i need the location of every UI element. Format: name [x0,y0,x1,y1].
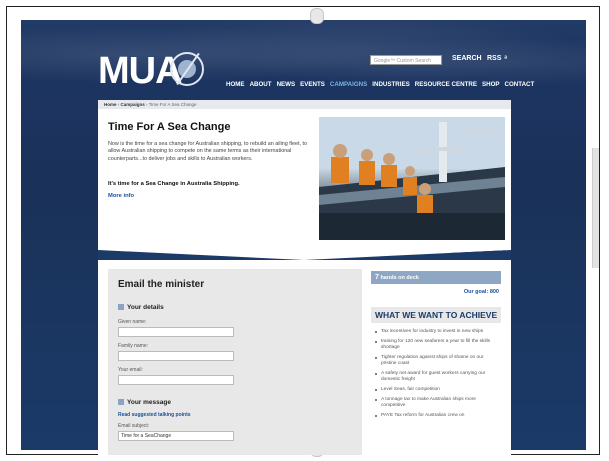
list-item: Tax incentives for industry to invest in… [375,329,495,335]
breadcrumb-campaigns[interactable]: Campaigns [121,102,145,107]
family-name-field[interactable] [118,351,234,361]
more-info-link[interactable]: More info [108,193,134,199]
form-title: Email the minister [118,279,205,290]
hero-photo [319,117,505,253]
goal-text: Our goal: 800 [463,289,499,295]
hero-chevron-divider [98,240,511,260]
hero-tagline: It's time for a Sea Change in Australia … [108,181,240,187]
search-input[interactable]: Google™ Custom Search [370,55,442,65]
given-name-field[interactable] [118,327,234,337]
nav-about[interactable]: ABOUT [250,81,272,88]
section-square-icon [118,304,124,310]
logo-emblem-icon[interactable] [170,52,204,86]
breadcrumb-home[interactable]: Home [104,102,117,107]
email-field[interactable] [118,375,234,385]
rss-label: RSS [487,55,502,62]
search-button[interactable]: SEARCH [452,55,482,62]
rss-icon: ᵃ [504,55,508,62]
subject-label: Email subject: [118,423,150,429]
list-item: A tonnage tax to make Australian ships m… [375,397,495,409]
nav-contact[interactable]: CONTACT [505,81,535,88]
talking-points-link[interactable]: Read suggested talking points [118,412,191,418]
hands-on-deck-bar: 7 hands on deck [371,271,501,284]
list-item: training for 120 new seafarers a year to… [375,339,495,351]
message-heading: Your message [118,399,171,406]
details-heading-label: Your details [127,304,164,311]
scroll-handle-top[interactable] [310,8,324,24]
family-name-label: Family name: [118,343,149,349]
hero-body: Now is the time for a sea change for Aus… [108,141,307,162]
hands-count: 7 [375,274,379,281]
what-we-want-heading: WHAT WE WANT TO ACHIEVE [371,307,501,323]
email-minister-form: Email the minister Your details Given na… [108,269,362,455]
email-label: Your email: [118,367,143,373]
given-name-label: Given name: [118,319,147,325]
message-heading-label: Your message [127,399,171,406]
nav-industries[interactable]: INDUSTRIES [372,81,409,88]
main-nav: HOME ABOUT NEWS EVENTS CAMPAIGNS INDUSTR… [226,81,534,88]
hands-label: hands on deck [380,275,419,281]
campaign-sidebar: 7 hands on deck Our goal: 800 WHAT WE WA… [371,269,505,455]
breadcrumb: Home › Campaigns › Time For A Sea Change [98,100,511,109]
breadcrumb-current: Time For A Sea Change [148,102,197,107]
site-logo[interactable]: MUA [98,50,183,93]
list-item: Tighter regulation against ships of sham… [375,355,495,367]
nav-home[interactable]: HOME [226,81,245,88]
hero-title: Time For A Sea Change [108,121,231,133]
details-heading: Your details [118,304,164,311]
nav-campaigns[interactable]: CAMPAIGNS [330,81,367,88]
subject-field[interactable]: Time for a SeaChange [118,431,234,441]
scrollbar-right[interactable] [592,148,599,268]
nav-events[interactable]: EVENTS [300,81,325,88]
section-square-icon [118,399,124,405]
nav-news[interactable]: NEWS [277,81,296,88]
goals-list: Tax incentives for industry to invest in… [375,329,495,423]
nav-shop[interactable]: SHOP [482,81,500,88]
list-item: A safety net award for guest workers car… [375,371,495,383]
list-item: PAYE Tax reform for Australian crew on [375,413,495,419]
list-item: Level Seas, fair competition [375,387,495,393]
content-area: Home › Campaigns › Time For A Sea Change… [98,100,511,455]
rss-link[interactable]: RSS ᵃ [487,55,507,62]
nav-resource-centre[interactable]: RESOURCE CENTRE [415,81,477,88]
hero-section: Time For A Sea Change Now is the time fo… [98,111,511,256]
